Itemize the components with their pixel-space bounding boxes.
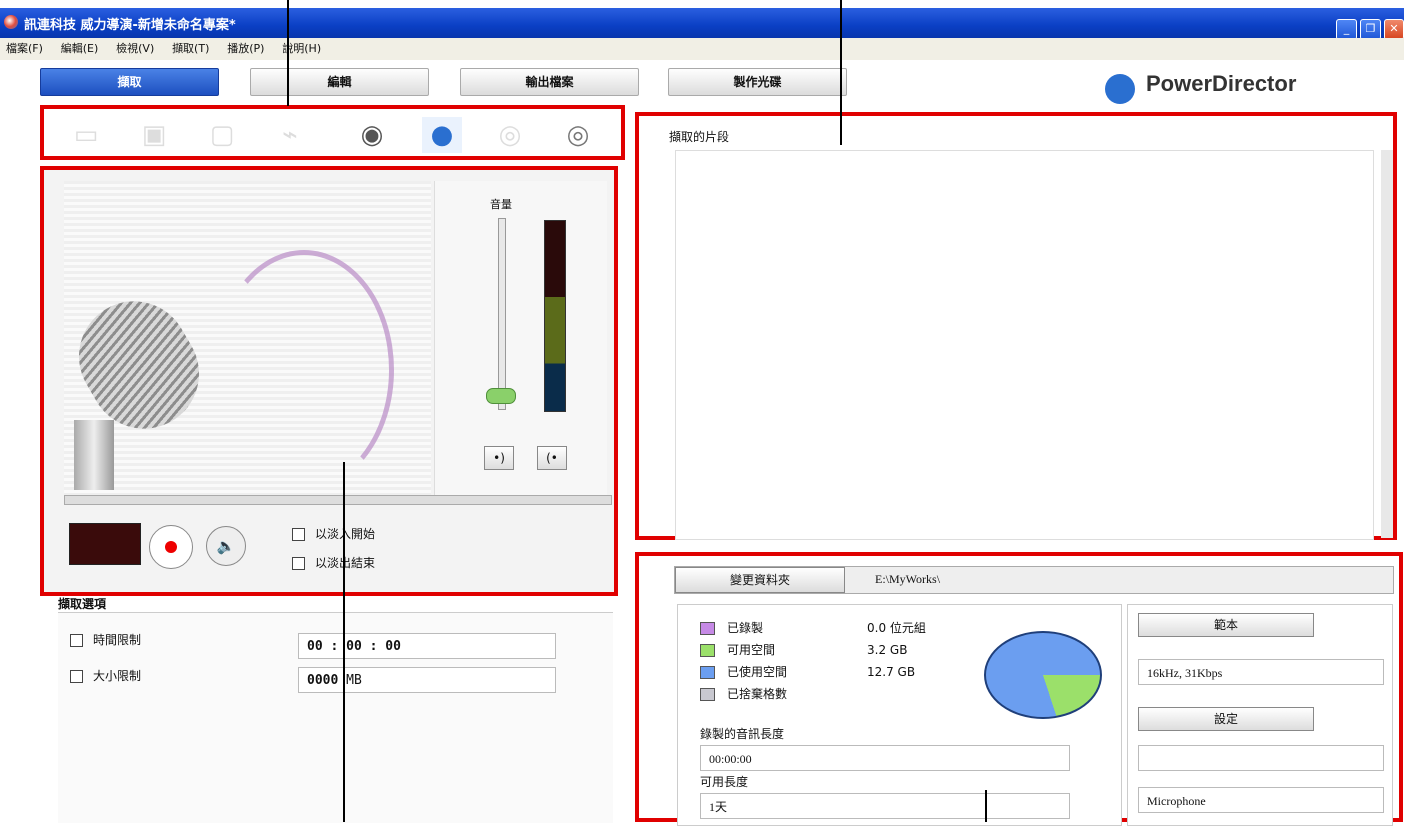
- legend-used: 已使用空間 12.7 GB: [700, 661, 980, 683]
- microphone-icon[interactable]: ●: [422, 117, 462, 153]
- duration-field: 00:00:00: [700, 745, 1070, 771]
- device-value: Microphone: [1138, 787, 1384, 813]
- tab-edit[interactable]: 編輯: [250, 68, 429, 96]
- disk-usage-pie: [984, 631, 1102, 719]
- menu-bar: 檔案(F) 編輯(E) 檢視(V) 擷取(T) 播放(P) 說明(H): [0, 38, 1404, 60]
- capture-info-panel: 變更資料夾 E:\MyWorks\ 已錄製 0.0 位元組 可用空間 3.2 GB …: [635, 552, 1403, 826]
- time-limit-label: 時間限制: [93, 633, 142, 647]
- recorded-value: 0.0 位元組: [867, 621, 926, 635]
- legend-dropped: 已捨棄格數: [700, 683, 980, 705]
- profile-button[interactable]: 範本: [1138, 613, 1314, 637]
- size-limit-field[interactable]: 0000 MB: [298, 667, 556, 693]
- menu-view[interactable]: 檢視(V): [116, 38, 154, 60]
- profile-value: 16kHz, 31Kbps: [1138, 659, 1384, 685]
- mute-button[interactable]: 🔈: [206, 526, 246, 566]
- menu-edit[interactable]: 編輯(E): [61, 38, 99, 60]
- legend-recorded: 已錄製 0.0 位元組: [700, 617, 980, 639]
- fade-out-option[interactable]: 以淡出結束: [292, 554, 375, 571]
- recorded-label: 已錄製: [727, 621, 764, 635]
- dvd-icon[interactable]: ◎: [558, 117, 598, 153]
- cd-audio-icon[interactable]: ◎: [490, 117, 530, 153]
- speaker-in-icon[interactable]: (•: [537, 446, 567, 470]
- size-limit-checkbox[interactable]: [70, 670, 83, 683]
- window-title: 訊連科技 威力導演-新增未命名專案*: [24, 18, 236, 33]
- size-limit-unit: MB: [346, 673, 362, 688]
- microphone-stand-graphic: [74, 420, 114, 490]
- folder-path: E:\MyWorks\: [875, 572, 941, 586]
- change-folder-button[interactable]: 變更資料夾: [675, 567, 845, 593]
- menu-play[interactable]: 播放(P): [227, 38, 264, 60]
- menu-capture[interactable]: 擷取(T): [172, 38, 209, 60]
- free-value: 3.2 GB: [867, 643, 908, 657]
- annotation-pointer: [985, 790, 987, 822]
- volume-area: [434, 181, 607, 501]
- size-limit-option[interactable]: 大小限制: [70, 667, 141, 684]
- time-limit-field[interactable]: 00 : 00 : 00: [298, 633, 556, 659]
- used-label: 已使用空間: [727, 665, 788, 679]
- volume-slider-track[interactable]: [498, 218, 506, 410]
- tab-create-disc[interactable]: 製作光碟: [668, 68, 847, 96]
- capture-device-bar: ▭ ▣ ▢ ⌁ ◉ ● ◎ ◎: [40, 105, 625, 160]
- duration-label: 錄製的音訊長度: [700, 727, 785, 741]
- tab-capture[interactable]: 擷取: [40, 68, 219, 96]
- folder-bar: 變更資料夾 E:\MyWorks\: [674, 566, 1394, 594]
- fade-in-checkbox[interactable]: [292, 528, 305, 541]
- webcam-icon[interactable]: ◉: [352, 117, 392, 153]
- capture-options-header: 擷取選項: [58, 597, 107, 611]
- menu-file[interactable]: 檔案(F): [6, 38, 43, 60]
- disk-stats-box: 已錄製 0.0 位元組 可用空間 3.2 GB 已使用空間 12.7 GB 已捨棄格數…: [677, 604, 1122, 826]
- time-display: [69, 523, 141, 565]
- audio-recorder-panel: 音量 •) (• 🔈 以淡入開始 以淡出結束: [40, 166, 618, 596]
- used-value: 12.7 GB: [867, 665, 916, 679]
- settings-value: [1138, 745, 1384, 771]
- sound-wave-graphic: [214, 250, 394, 490]
- settings-button[interactable]: 設定: [1138, 707, 1314, 731]
- fade-out-label: 以淡出結束: [315, 556, 376, 570]
- captured-clips-panel: 擷取的片段: [635, 112, 1397, 540]
- recorded-swatch: [700, 622, 715, 635]
- annotation-pointer: [343, 462, 345, 822]
- digital-tv-icon[interactable]: ⌁: [270, 117, 310, 153]
- clips-scrollbar[interactable]: [1381, 150, 1393, 538]
- app-icon: [4, 15, 18, 29]
- brand-logo: PowerDirector: [1146, 71, 1297, 96]
- volume-label: 音量: [490, 198, 512, 211]
- available-length-label: 可用長度: [700, 775, 749, 789]
- maximize-button[interactable]: ❐: [1360, 19, 1381, 40]
- dropped-label: 已捨棄格數: [727, 687, 788, 701]
- volume-slider-handle[interactable]: [486, 388, 516, 404]
- tv-icon[interactable]: ▢: [202, 117, 242, 153]
- stats-legend: 已錄製 0.0 位元組 可用空間 3.2 GB 已使用空間 12.7 GB 已捨棄格數: [700, 617, 980, 705]
- annotation-pointer: [287, 0, 289, 106]
- format-box: 範本 16kHz, 31Kbps 設定 Microphone: [1127, 604, 1393, 826]
- fade-in-option[interactable]: 以淡入開始: [292, 525, 375, 542]
- audio-level-meter: [544, 220, 566, 412]
- speaker-out-icon[interactable]: •): [484, 446, 514, 470]
- free-label: 可用空間: [727, 643, 776, 657]
- upgrade-icon[interactable]: [1105, 74, 1135, 104]
- legend-free: 可用空間 3.2 GB: [700, 639, 980, 661]
- free-swatch: [700, 644, 715, 657]
- close-button[interactable]: ✕: [1384, 19, 1404, 40]
- hdv-camcorder-icon[interactable]: ▣: [134, 117, 174, 153]
- size-limit-label: 大小限制: [93, 669, 142, 683]
- used-swatch: [700, 666, 715, 679]
- annotation-pointer: [840, 0, 842, 145]
- fade-out-checkbox[interactable]: [292, 557, 305, 570]
- dropped-swatch: [700, 688, 715, 701]
- record-icon: [165, 541, 177, 553]
- dv-camcorder-icon[interactable]: ▭: [66, 117, 106, 153]
- size-limit-value: 0000: [307, 673, 339, 688]
- capture-options-panel: 時間限制 00 : 00 : 00 大小限制 0000 MB: [58, 612, 613, 823]
- capture-progress-bar: [64, 495, 612, 505]
- captured-clips-title: 擷取的片段: [669, 130, 730, 144]
- captured-clips-list[interactable]: [675, 150, 1374, 540]
- title-bar: 訊連科技 威力導演-新增未命名專案* _ ❐ ✕: [0, 8, 1404, 40]
- time-limit-option[interactable]: 時間限制: [70, 631, 141, 648]
- available-length-field: 1天: [700, 793, 1070, 819]
- fade-in-label: 以淡入開始: [315, 527, 376, 541]
- minimize-button[interactable]: _: [1336, 19, 1357, 40]
- tab-produce[interactable]: 輸出檔案: [460, 68, 639, 96]
- time-limit-checkbox[interactable]: [70, 634, 83, 647]
